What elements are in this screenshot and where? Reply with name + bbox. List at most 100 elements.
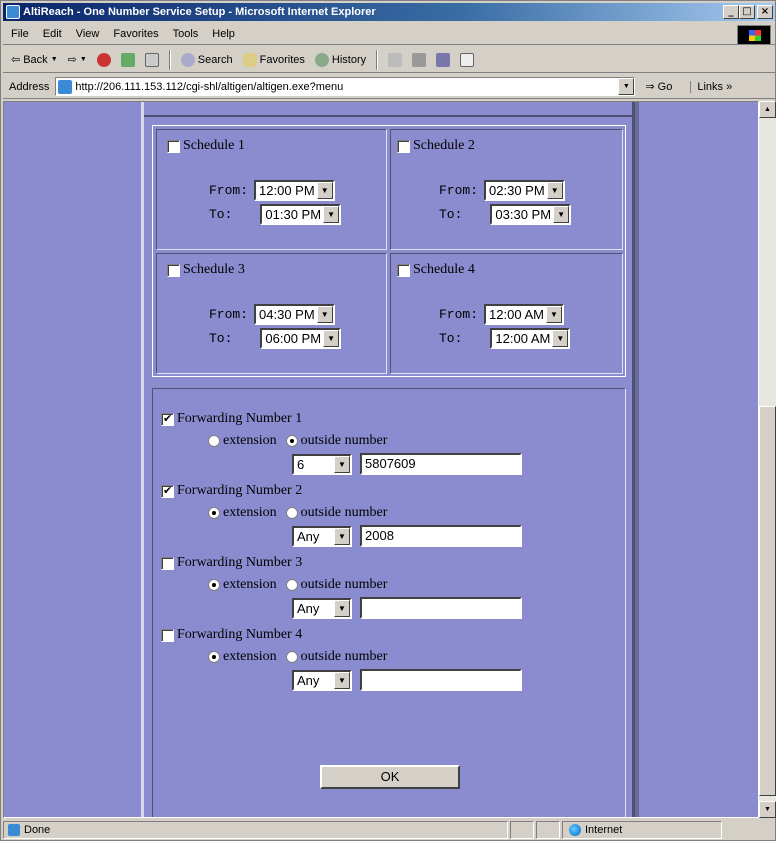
outside-label: outside number	[300, 433, 388, 448]
select-value: Any	[297, 672, 320, 688]
chevron-down-icon: ▼	[553, 206, 570, 223]
select-value: 12:00 AM	[489, 307, 544, 322]
schedule-1-checkbox[interactable]	[167, 139, 180, 153]
address-input[interactable]: http://206.111.153.112/cgi-shl/altigen/a…	[55, 77, 636, 96]
search-button[interactable]: Search	[180, 52, 233, 67]
forwarding-2-outside-radio[interactable]	[285, 507, 298, 519]
forwarding-4-outside-radio[interactable]	[285, 651, 298, 663]
menu-favorites[interactable]: Favorites	[113, 28, 158, 40]
go-button[interactable]: ⇒ Go	[645, 80, 672, 93]
to-label: To:	[209, 207, 233, 222]
forwarding-1-outside-radio[interactable]	[285, 435, 298, 447]
links-label: Links	[697, 80, 724, 93]
scroll-down-button[interactable]: ▼	[759, 801, 776, 818]
scroll-up-button[interactable]: ▲	[759, 101, 776, 118]
forwarding-4-prefix-select[interactable]: Any ▼	[292, 669, 352, 691]
status-bar: Done Internet	[3, 820, 775, 840]
setup-panel: Schedule 1 From: 12:00 PM ▼ To: 01:30 PM ▼…	[141, 102, 635, 817]
globe-icon	[569, 824, 581, 836]
window-title: AltiReach - One Number Service Setup - M…	[23, 6, 376, 18]
forwarding-2-number-input[interactable]: 2008	[360, 525, 522, 547]
forwarding-3-prefix-select[interactable]: Any ▼	[292, 597, 352, 619]
mail-icon[interactable]	[388, 52, 403, 67]
history-button[interactable]: History	[314, 52, 367, 67]
chevron-down-icon: ▼	[334, 455, 350, 473]
forwarding-3-checkbox[interactable]	[161, 556, 174, 570]
to-label: To:	[209, 331, 233, 346]
forwarding-4-extension-radio[interactable]	[208, 651, 220, 663]
schedule-3-from-select[interactable]: 04:30 PM ▼	[254, 304, 335, 325]
links-button[interactable]: Links »	[690, 80, 732, 93]
forwarding-1-checkbox[interactable]	[161, 412, 174, 426]
from-label: From:	[209, 307, 249, 322]
schedule-2-checkbox[interactable]	[397, 139, 410, 153]
to-label: To:	[439, 207, 463, 222]
search-label: Search	[197, 53, 233, 66]
favorites-icon	[242, 52, 257, 67]
status-pane	[510, 821, 534, 839]
discuss-icon[interactable]	[460, 52, 475, 67]
select-value: 6	[297, 456, 305, 472]
stop-icon[interactable]	[96, 52, 111, 67]
select-value: 12:00 AM	[495, 331, 551, 346]
chevron-down-icon: ▼	[316, 182, 333, 199]
title-bar: AltiReach - One Number Service Setup - M…	[3, 3, 775, 21]
toolbar-separator	[376, 49, 379, 70]
chevron-down-icon: ▼	[545, 306, 562, 323]
schedule-1-from-select[interactable]: 12:00 PM ▼	[254, 180, 335, 201]
chevron-down-icon: ▼	[546, 182, 563, 199]
address-url: http://206.111.153.112/cgi-shl/altigen/a…	[75, 80, 344, 93]
forwarding-4-checkbox[interactable]	[161, 628, 174, 642]
schedule-1-to-select[interactable]: 01:30 PM ▼	[260, 204, 342, 225]
forwarding-2-prefix-select[interactable]: Any ▼	[292, 525, 352, 547]
print-icon[interactable]	[412, 52, 427, 67]
edit-icon[interactable]	[436, 52, 451, 67]
forwarding-2-checkbox[interactable]	[161, 484, 174, 498]
forwarding-1-prefix-select[interactable]: 6 ▼	[292, 453, 352, 475]
minimize-button[interactable]: _	[723, 5, 739, 19]
menu-view[interactable]: View	[76, 28, 100, 40]
maximize-button[interactable]: □	[739, 5, 755, 19]
back-button[interactable]: ⇦ Back ▼	[11, 53, 58, 67]
schedule-2-from-select[interactable]: 02:30 PM ▼	[484, 180, 565, 201]
schedule-4-from-select[interactable]: 12:00 AM ▼	[484, 304, 564, 325]
forwarding-label: Forwarding Number 1	[177, 411, 303, 426]
forwarding-4-number-input[interactable]	[360, 669, 522, 691]
outside-label: outside number	[300, 577, 388, 592]
menu-tools[interactable]: Tools	[173, 28, 199, 40]
forwarding-1-extension-radio[interactable]	[208, 435, 220, 447]
menu-help[interactable]: Help	[212, 28, 235, 40]
forward-button[interactable]: ⇨ ▼	[68, 53, 87, 66]
schedule-3-checkbox[interactable]	[167, 263, 180, 277]
address-label: Address	[9, 80, 50, 93]
security-zone: Internet	[562, 821, 722, 839]
schedule-3-to-select[interactable]: 06:00 PM ▼	[260, 328, 342, 349]
ok-button[interactable]: OK	[320, 765, 460, 789]
close-button[interactable]: ×	[757, 5, 773, 19]
forwarding-2-extension-radio[interactable]	[208, 507, 220, 519]
back-label: Back	[23, 53, 48, 66]
history-label: History	[331, 53, 367, 66]
extension-label: extension	[223, 577, 277, 592]
home-icon[interactable]	[144, 52, 159, 67]
forwarding-section: Forwarding Number 1 extension outside nu…	[152, 388, 626, 817]
forwarding-3-outside-radio[interactable]	[285, 579, 298, 591]
forwarding-1-number-input[interactable]: 5807609	[360, 453, 522, 475]
address-dropdown-button[interactable]: ▼	[618, 78, 635, 95]
browser-window: AltiReach - One Number Service Setup - M…	[0, 0, 776, 841]
chevron-down-icon: ▼	[79, 56, 87, 63]
forwarding-3-extension-radio[interactable]	[208, 579, 220, 591]
forwarding-3-number-input[interactable]	[360, 597, 522, 619]
page-content: Schedule 1 From: 12:00 PM ▼ To: 01:30 PM ▼…	[3, 101, 759, 818]
menu-edit[interactable]: Edit	[43, 28, 62, 40]
chevron-down-icon: ▼	[50, 56, 58, 63]
schedule-cell: Schedule 2 From: 02:30 PM ▼ To: 03:30 PM ▼	[390, 129, 623, 250]
scroll-thumb[interactable]	[759, 406, 776, 796]
schedule-2-to-select[interactable]: 03:30 PM ▼	[490, 204, 572, 225]
menu-file[interactable]: File	[11, 28, 29, 40]
vertical-scrollbar[interactable]: ▲ ▼	[759, 101, 776, 818]
schedule-4-to-select[interactable]: 12:00 AM ▼	[490, 328, 571, 349]
schedule-4-checkbox[interactable]	[397, 263, 410, 277]
favorites-button[interactable]: Favorites	[242, 52, 305, 67]
refresh-icon[interactable]	[120, 52, 135, 67]
